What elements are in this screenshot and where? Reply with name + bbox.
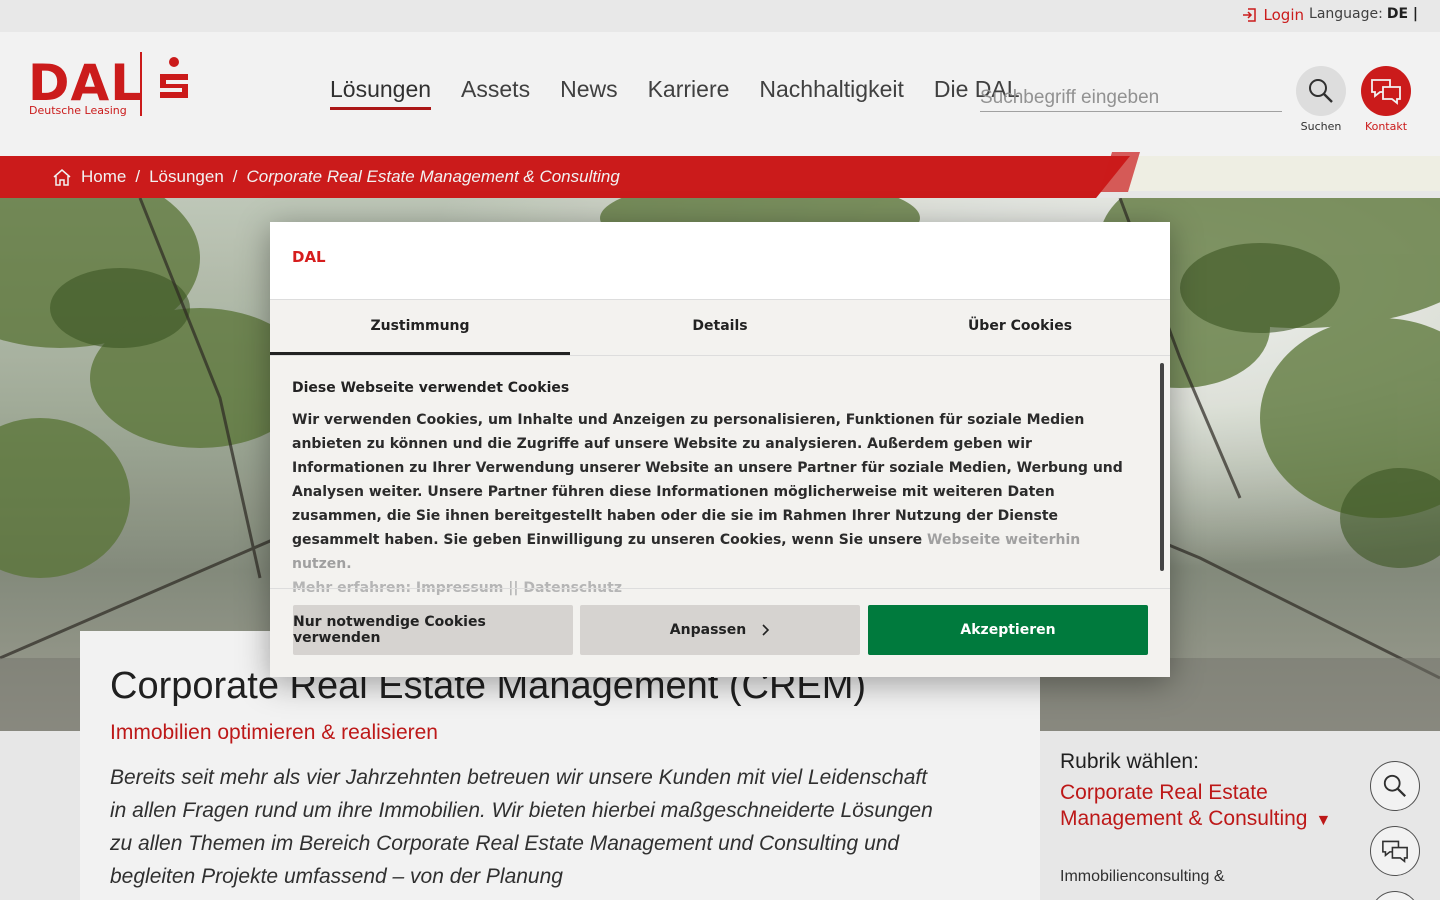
tab-details[interactable]: Details	[570, 300, 870, 355]
cookie-dialog: DAL Zustimmung Details Über Cookies Dies…	[270, 222, 1170, 677]
necessary-cookies-label: Nur notwendige Cookies verwenden	[293, 614, 486, 646]
cookie-dialog-brand: DAL	[270, 222, 1170, 300]
cookie-body-main: Wir verwenden Cookies, um Inhalte und An…	[292, 412, 1123, 548]
accept-label: Akzeptieren	[960, 622, 1056, 638]
cookie-body-text: Wir verwenden Cookies, um Inhalte und An…	[292, 408, 1142, 576]
chevron-right-icon	[762, 624, 770, 636]
cookie-dialog-body: Diese Webseite verwendet Cookies Wir ver…	[292, 380, 1142, 600]
cookie-tabs: Zustimmung Details Über Cookies	[270, 300, 1170, 356]
cookie-body-scrollbar[interactable]	[1160, 363, 1164, 571]
tab-ueber-cookies[interactable]: Über Cookies	[870, 300, 1170, 355]
tab-zustimmung[interactable]: Zustimmung	[270, 300, 570, 355]
cookie-dialog-footer: Nur notwendige Cookies verwenden Anpasse…	[270, 588, 1170, 677]
customize-button[interactable]: Anpassen	[580, 605, 860, 655]
necessary-cookies-button[interactable]: Nur notwendige Cookies verwenden	[293, 605, 573, 655]
accept-button[interactable]: Akzeptieren	[868, 605, 1148, 655]
customize-label: Anpassen	[669, 622, 747, 638]
cookie-heading: Diese Webseite verwendet Cookies	[292, 380, 570, 396]
